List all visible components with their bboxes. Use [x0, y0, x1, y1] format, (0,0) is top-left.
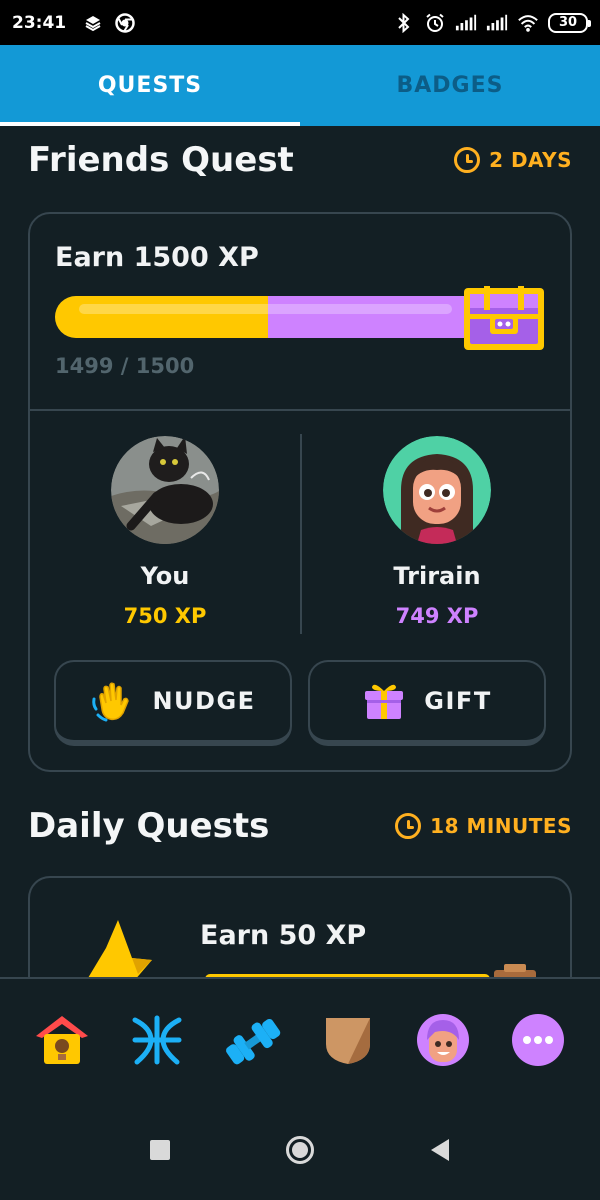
treasure-chest-icon: [464, 286, 544, 350]
daily-quest-goal: Earn 50 XP: [200, 920, 367, 951]
daily-quests-time-left: 18 MINUTES: [430, 814, 572, 838]
friends-quest-progress-text: 1499 / 1500: [55, 354, 195, 378]
more-icon: [512, 1013, 565, 1066]
status-left-icons: [82, 12, 136, 34]
nav-leaderboard[interactable]: [316, 1008, 380, 1072]
friends-quest-header: Friends Quest 2 DAYS: [28, 140, 572, 180]
nav-home[interactable]: [30, 1008, 94, 1072]
bottom-nav: [0, 977, 600, 1100]
back-triangle-icon: [431, 1139, 449, 1161]
nav-practice[interactable]: [220, 1008, 284, 1072]
friend-name: Trirain: [393, 562, 481, 590]
daily-quests-title: Daily Quests: [28, 806, 270, 846]
gift-icon: [365, 684, 404, 719]
friends-quest-time-left: 2 DAYS: [489, 148, 572, 172]
nav-alphabet[interactable]: [125, 1008, 189, 1072]
recent-apps-button[interactable]: [140, 1130, 180, 1170]
signal-icon: [486, 12, 508, 34]
friends-quest-timer: 2 DAYS: [454, 147, 572, 173]
player-you: You 750 XP: [30, 436, 300, 628]
card-divider: [30, 409, 570, 411]
tab-bar: QUESTS BADGES: [0, 45, 600, 126]
you-name: You: [140, 562, 190, 590]
daily-quests-header: Daily Quests 18 MINUTES: [28, 806, 572, 846]
layers-icon: [82, 12, 104, 34]
chrome-icon: [114, 12, 136, 34]
friends-quest-progress-bar: [55, 296, 480, 338]
wifi-icon: [517, 12, 539, 34]
progress-friend-segment: [267, 296, 480, 338]
back-button[interactable]: [420, 1130, 460, 1170]
dumbbell-icon: [226, 1018, 281, 1064]
home-icon: [35, 1015, 88, 1064]
nav-profile[interactable]: [411, 1008, 475, 1072]
battery-indicator: 30: [548, 12, 591, 33]
gift-label: GIFT: [424, 687, 492, 715]
tab-quests[interactable]: QUESTS: [0, 45, 300, 126]
system-nav-bar: [0, 1100, 600, 1200]
nudge-button[interactable]: NUDGE: [54, 660, 292, 746]
player-friend: Trirain 749 XP: [302, 436, 572, 628]
square-icon: [150, 1140, 170, 1160]
clock-icon: [395, 813, 422, 839]
you-xp: 750 XP: [123, 604, 207, 628]
friends-quest-goal: Earn 1500 XP: [55, 242, 259, 273]
tab-badges[interactable]: BADGES: [300, 45, 600, 126]
status-time: 23:41: [12, 12, 67, 33]
gift-button[interactable]: GIFT: [308, 660, 546, 746]
alarm-icon: [424, 12, 446, 34]
daily-quests-timer: 18 MINUTES: [395, 813, 572, 839]
circle-icon: [286, 1136, 314, 1164]
friends-quest-title: Friends Quest: [28, 140, 294, 180]
home-button[interactable]: [280, 1130, 320, 1170]
league-shield-icon: [325, 1017, 370, 1064]
waving-hand-icon: [92, 682, 130, 722]
bluetooth-icon: [393, 12, 415, 34]
friend-xp: 749 XP: [395, 604, 479, 628]
nav-more[interactable]: [506, 1008, 570, 1072]
status-bar: 23:41 30: [0, 0, 600, 45]
friend-avatar[interactable]: [383, 436, 491, 544]
progress-you-segment: [55, 296, 268, 338]
you-avatar[interactable]: [111, 436, 219, 544]
signal-icon: [455, 12, 477, 34]
status-right-icons: 30: [393, 12, 591, 34]
alphabet-icon: [132, 1015, 182, 1064]
progress-shine: [79, 304, 452, 314]
friends-quest-card: Earn 1500 XP 1499 / 1500 You 750 XP Trir…: [28, 212, 572, 772]
nudge-label: NUDGE: [152, 687, 256, 715]
profile-icon: [416, 1013, 469, 1066]
clock-icon: [454, 147, 481, 173]
